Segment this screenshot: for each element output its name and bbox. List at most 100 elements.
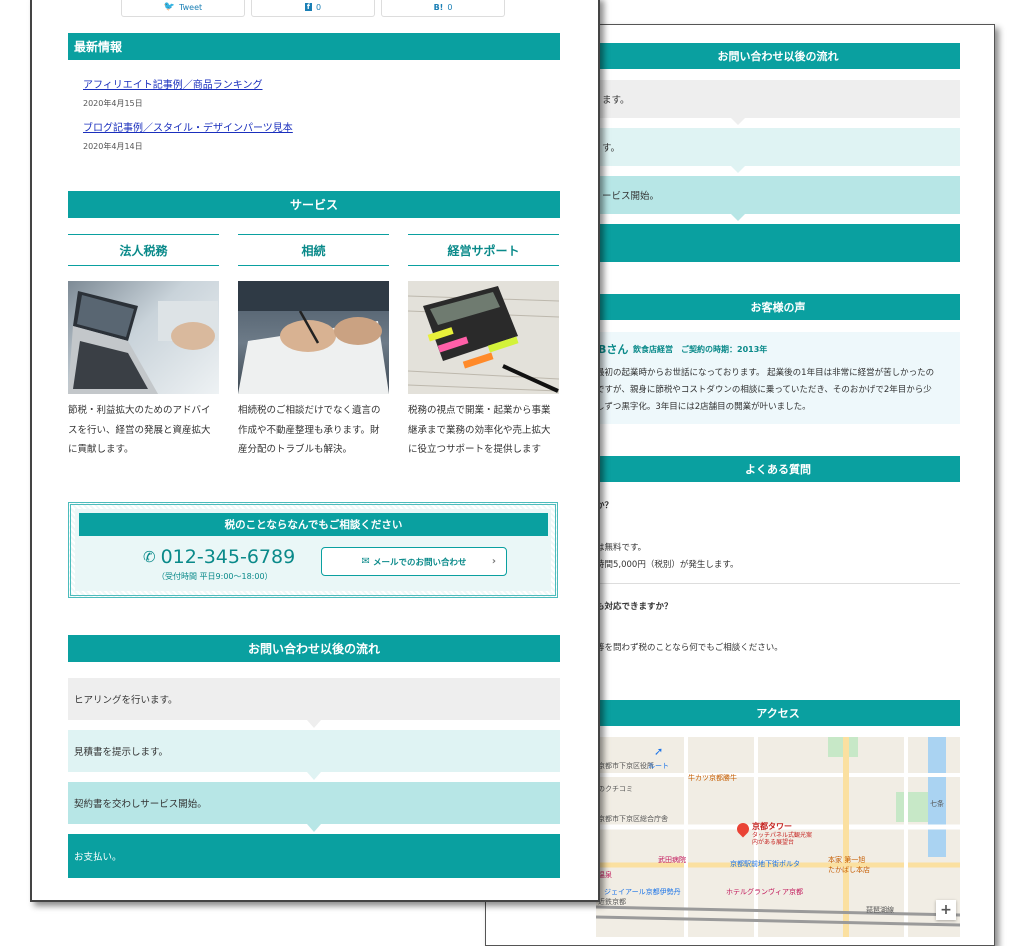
- news-heading: 最新情報: [68, 33, 560, 60]
- map-directions-icon[interactable]: ➚: [654, 745, 663, 758]
- map-label-hospital: 武田病院: [658, 856, 686, 864]
- service-image-management-support[interactable]: [408, 281, 559, 394]
- map-zoom-in-button[interactable]: +: [936, 900, 956, 920]
- service-desc-line: スを行い、経営の発展と資産拡大: [68, 424, 211, 436]
- map-label-tower[interactable]: 京都タワー: [752, 821, 792, 832]
- back-flow-step-4: [596, 224, 960, 262]
- map-label-onsen: 温泉: [598, 871, 612, 879]
- service-desc-line: 作成や不動産整理も承ります。財: [238, 424, 380, 436]
- back-faq-a1a: は無料です。: [596, 543, 647, 553]
- flow-arrow-1: [307, 720, 321, 728]
- back-voice-name: Bさん: [598, 343, 629, 356]
- back-faq-a1b: 時間5,000円（税別）が発生します。: [596, 560, 739, 570]
- flow-step-3: 契約書を交わしサービス開始。: [68, 782, 560, 824]
- service-desc-line: に貢献します。: [68, 444, 134, 455]
- back-faq-heading: よくある質問: [596, 456, 960, 482]
- back-faq-q2: も対応できますか？: [596, 602, 673, 612]
- service-desc-line: に役立つサポートを提供します: [408, 444, 542, 455]
- mail-contact-button[interactable]: ✉ メールでのお問い合わせ ›: [321, 547, 507, 576]
- map-label-station: 京都駅前地下街ポルタ: [730, 860, 800, 868]
- flow-step-4: お支払い。: [68, 834, 560, 878]
- access-map[interactable]: 京都市下京区役所 ➚ ルート のクチコミ 牛カツ京都勝牛 京都市下京区総合庁舎 …: [596, 737, 960, 937]
- map-label-gyukatsu: 牛カツ京都勝牛: [688, 774, 737, 782]
- service-desc-line: 節税・利益拡大のためのアドバイ: [68, 405, 211, 416]
- twitter-icon: 🐦: [163, 2, 176, 12]
- back-voice-line-1: 最初の起業時からお世話になっております。 起業後の1年目は非常に経営が苦しかった…: [596, 368, 935, 378]
- facebook-share-button[interactable]: f 0: [251, 0, 375, 17]
- back-voice-line-3: しずつ黒字化。3年目には2店舗目の開業が叶いました。: [596, 402, 811, 412]
- tweet-button[interactable]: 🐦 Tweet: [121, 0, 245, 17]
- back-flow-step-2-text: す。: [602, 143, 621, 154]
- back-flow-step-2: す。: [596, 128, 960, 166]
- hatena-icon: B!: [433, 2, 444, 12]
- service-title-management-support[interactable]: 経営サポート: [408, 234, 559, 266]
- back-flow-step-3-text: ービス開始。: [602, 191, 660, 202]
- map-label-isetan: ジェイアール京都伊勢丹: [604, 888, 681, 896]
- map-label-kinki: 近鉄京都: [598, 898, 626, 906]
- flow-step-1-text: ヒアリングを行います。: [74, 695, 178, 706]
- hatena-count: 0: [447, 2, 453, 12]
- service-desc-management-support: 税務の視点で開業・起業から事業 継承まで業務の効率化や売上拡大 に役立つサポート…: [408, 401, 559, 460]
- map-label-ward: 京都市下京区役所: [598, 762, 654, 770]
- chevron-right-icon: ›: [491, 556, 496, 567]
- tweet-label: Tweet: [179, 2, 203, 12]
- back-flow-arrow-3: [731, 214, 745, 221]
- map-label-biwako: 琵琶湖線: [866, 906, 894, 914]
- news-item-date-1: 2020年4月15日: [83, 99, 143, 108]
- mail-icon: ✉: [361, 556, 370, 567]
- contact-box: 税のことならなんでもご相談ください ✆ 012-345-6789 （受付時間 平…: [68, 502, 558, 598]
- flow-step-2: 見積書を提示します。: [68, 730, 560, 772]
- phone-icon: ✆: [143, 548, 156, 566]
- news-item-link-1[interactable]: アフィリエイト記事例／商品ランキング: [83, 76, 263, 91]
- contact-heading: 税のことならなんでもご相談ください: [79, 513, 548, 536]
- map-label-honke: 本家 第一旭: [828, 856, 866, 864]
- flow-heading: お問い合わせ以後の流れ: [68, 635, 560, 662]
- facebook-count: 0: [315, 2, 322, 12]
- service-title-inheritance[interactable]: 相続: [238, 234, 389, 266]
- flow-arrow-3: [307, 824, 321, 832]
- back-access-heading: アクセス: [596, 700, 960, 726]
- back-faq-divider: [596, 583, 960, 584]
- flow-step-1: ヒアリングを行います。: [68, 678, 560, 720]
- map-label-route[interactable]: ルート: [648, 761, 669, 771]
- map-label-hotel: ホテルグランヴィア京都: [726, 888, 803, 896]
- back-flow-arrow-1: [731, 118, 745, 125]
- back-flow-step-3: ービス開始。: [596, 176, 960, 214]
- news-item-date-2: 2020年4月14日: [83, 142, 143, 151]
- service-desc-line: 税務の視点で開業・起業から事業: [408, 405, 551, 416]
- phone-number-text: 012-345-6789: [160, 546, 296, 568]
- flow-step-3-text: 契約書を交わしサービス開始。: [74, 799, 207, 810]
- back-voice-line-2: ですが、親身に節税やコストダウンの相談に乗っていただき、そのおかげで2年目から少: [596, 385, 932, 395]
- service-image-corporate-tax[interactable]: [68, 281, 219, 394]
- services-heading: サービス: [68, 191, 560, 218]
- mail-button-label: メールでのお問い合わせ: [372, 557, 467, 568]
- service-desc-corporate-tax: 節税・利益拡大のためのアドバイ スを行い、経営の発展と資産拡大 に貢献します。: [68, 401, 219, 460]
- hatena-bookmark-button[interactable]: B! 0: [381, 0, 505, 17]
- laptop-illustration: [68, 291, 218, 394]
- back-flow-step-1-text: ます。: [602, 95, 630, 106]
- service-desc-inheritance: 相続税のご相談だけでなく遺言の 作成や不動産整理も承ります。財 産分配のトラブル…: [238, 401, 389, 460]
- service-title-corporate-tax[interactable]: 法人税務: [68, 234, 219, 266]
- map-label-tower-sub: タッチパネル式観光案内がある展望台: [752, 832, 813, 846]
- front-page-preview: 🐦 Tweet f 0 B! 0 最新情報 アフィリエイト記事例／商品ランキング…: [30, 0, 600, 902]
- back-voice-heading: お客様の声: [596, 294, 960, 320]
- flow-step-4-text: お支払い。: [74, 852, 122, 863]
- back-flow-step-1: ます。: [596, 80, 960, 118]
- writing-illustration: [238, 281, 389, 394]
- flow-step-2-text: 見積書を提示します。: [74, 747, 169, 758]
- map-label-takabashi: たかばし本店: [828, 866, 870, 874]
- service-desc-line: 継承まで業務の効率化や売上拡大: [408, 424, 551, 436]
- contact-hours: （受付時間 平日9:00〜18:00）: [157, 572, 273, 581]
- back-flow-arrow-2: [731, 166, 745, 173]
- flow-arrow-2: [307, 772, 321, 780]
- phone-number[interactable]: ✆ 012-345-6789: [143, 546, 295, 568]
- map-label-shichijo: 七条: [930, 800, 944, 808]
- news-item-link-2[interactable]: ブログ記事例／スタイル・デザインパーツ見本: [83, 119, 293, 134]
- facebook-icon: f: [304, 3, 312, 11]
- calculator-illustration: [408, 281, 559, 394]
- service-image-inheritance[interactable]: [238, 281, 389, 394]
- map-label-kuchikomi: のクチコミ: [598, 785, 633, 793]
- back-voice-meta: 飲食店経営 ご契約の時期：2013年: [633, 345, 768, 354]
- map-label-ward-office: 京都市下京区総合庁舎: [598, 815, 668, 823]
- back-faq-a2: 等を問わず税のことなら何でもご相談ください。: [596, 643, 783, 653]
